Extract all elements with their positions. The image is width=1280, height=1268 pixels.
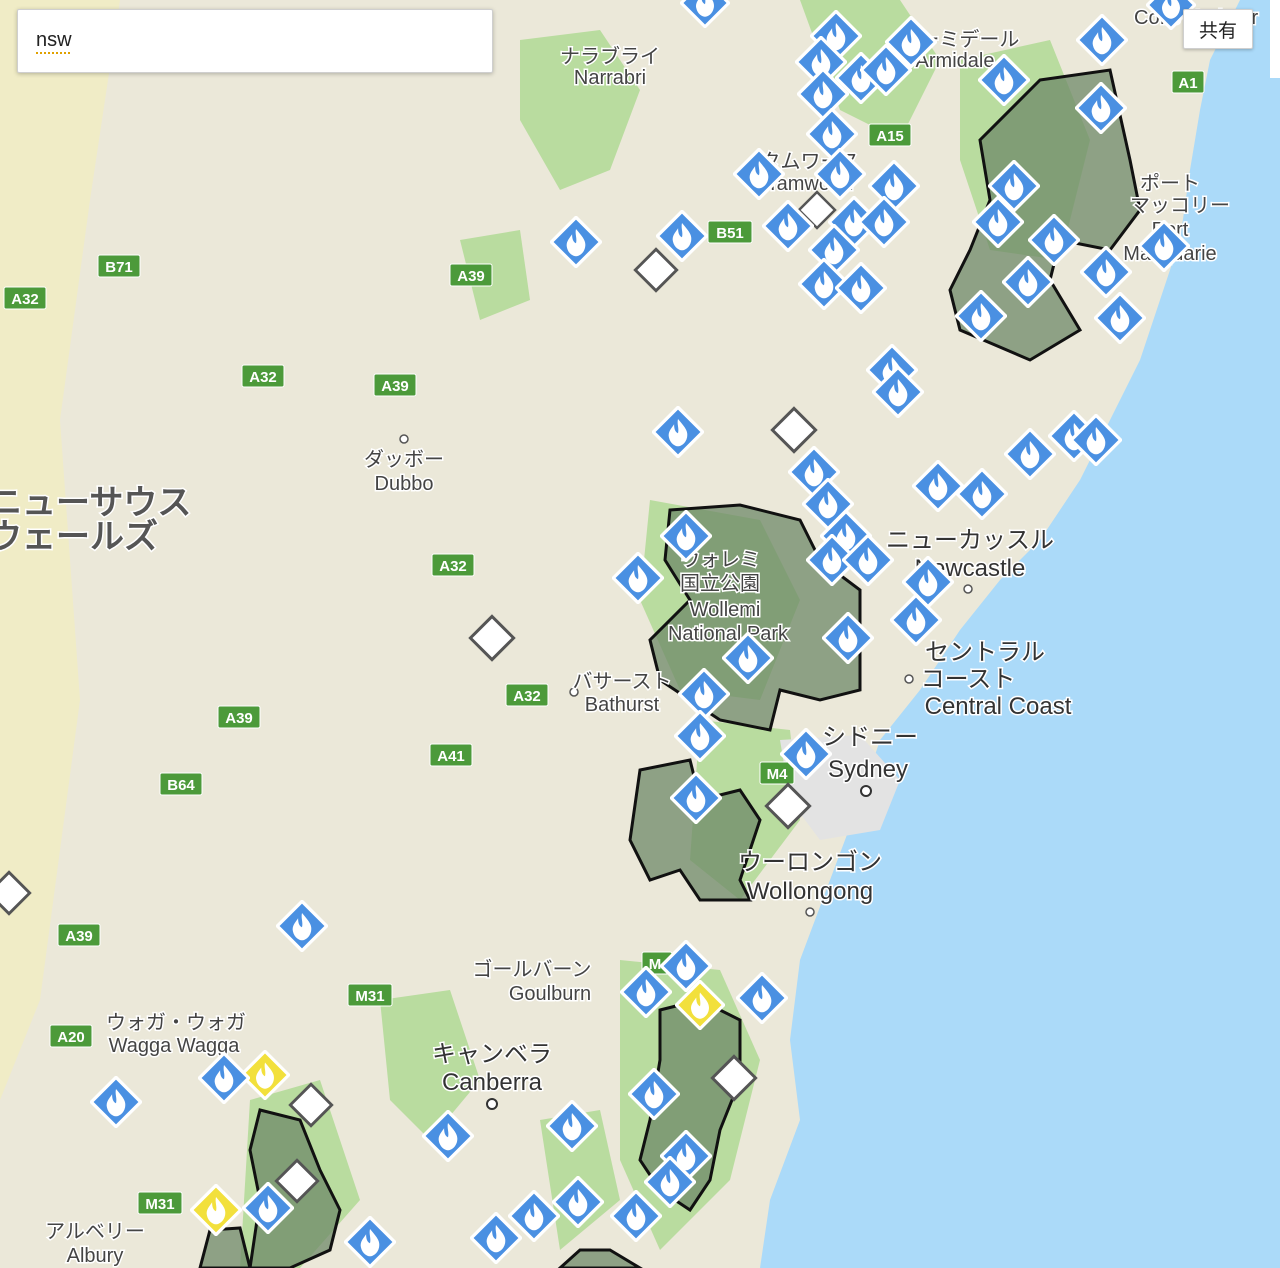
dubbo-en-label: Dubbo (375, 473, 434, 495)
portmac-ja-label-1: ポート (1140, 172, 1200, 195)
road-shield-m31-south: M31 (137, 1191, 183, 1215)
svg-text:A20: A20 (57, 1029, 85, 1046)
road-shield-b71: B71 (97, 254, 141, 278)
road-shield-a39-southwest: A39 (217, 705, 261, 729)
road-shield-a32-bathurst: A32 (505, 683, 549, 707)
svg-text:B71: B71 (105, 259, 133, 276)
portmac-ja-label-2: マッコリー (1130, 195, 1230, 217)
albury-en-label: Albury (67, 1245, 124, 1267)
road-shield-b51: B51 (707, 220, 753, 244)
svg-text:A32: A32 (249, 369, 277, 386)
road-shield-a39-west: A39 (57, 923, 101, 947)
road-shield-a1: A1 (1171, 70, 1205, 94)
road-shield-a39-central: A39 (373, 373, 417, 397)
dubbo-marker (399, 434, 409, 444)
svg-text:A39: A39 (381, 378, 409, 395)
search-box[interactable]: nsw (17, 9, 493, 73)
svg-text:M31: M31 (145, 1196, 174, 1213)
road-shield-a41: A41 (429, 743, 473, 767)
central-ja-label-2: コースト (921, 666, 1016, 693)
svg-text:A32: A32 (11, 291, 39, 308)
bathurst-ja-label: バサースト (573, 671, 672, 693)
nsw-ja-label-1: ニューサウス (0, 484, 191, 522)
svg-text:A32: A32 (513, 688, 541, 705)
narrabri-en-label: Narrabri (574, 67, 646, 89)
wagga-ja-label: ウォガ・ウォガ (106, 1011, 246, 1034)
armidale-en-label: Armidale (916, 50, 995, 72)
svg-text:B64: B64 (167, 777, 195, 794)
svg-text:M31: M31 (355, 988, 384, 1005)
narrabri-ja-label: ナラブライ (560, 44, 660, 68)
sydney-en-label: Sydney (828, 756, 908, 783)
canberra-en-label: Canberra (442, 1069, 543, 1096)
central-coast-marker (904, 674, 914, 684)
sydney-ja-label: シドニー (822, 724, 918, 751)
newcastle-marker (963, 584, 973, 594)
wagga-en-label: Wagga Wagga (109, 1035, 241, 1057)
road-shield-a15: A15 (868, 123, 912, 147)
bathurst-en-label: Bathurst (585, 694, 660, 716)
road-shield-m4: M4 (759, 761, 795, 785)
wollemi-en-label-2: National Park (668, 623, 789, 645)
goulburn-en-label: Goulburn (509, 983, 591, 1005)
wollemi-ja-label-2: 国立公園 (680, 572, 760, 595)
goulburn-ja-label: ゴールバーン (473, 958, 592, 981)
svg-text:A39: A39 (65, 928, 93, 945)
share-button[interactable]: 共有 (1183, 9, 1253, 49)
search-input[interactable]: nsw (36, 29, 72, 52)
road-shield-a20: A20 (49, 1024, 93, 1048)
wollemi-en-label-1: Wollemi (690, 599, 761, 621)
road-shield-a39-north: A39 (449, 263, 493, 287)
share-button-label: 共有 (1198, 19, 1237, 42)
wollongong-marker (805, 907, 815, 917)
svg-text:A15: A15 (876, 128, 904, 145)
svg-text:A39: A39 (457, 268, 485, 285)
nsw-ja-label-2: ウェールズ (0, 517, 158, 556)
road-shield-b64: B64 (159, 772, 203, 796)
canberra-ja-label: キャンベラ (432, 1041, 552, 1068)
svg-text:A41: A41 (437, 748, 465, 765)
svg-text:A32: A32 (439, 558, 467, 575)
central-ja-label-1: セントラル (925, 639, 1045, 666)
map-canvas[interactable]: A39 B51 A15 A1 B71 A32 A32 A39 A32 A32 A… (0, 0, 1280, 1268)
albury-ja-label: アルベリー (45, 1221, 145, 1243)
svg-text:M4: M4 (767, 766, 788, 783)
newcastle-ja-label: ニューカッスル (886, 527, 1054, 554)
canberra-marker (486, 1098, 498, 1110)
svg-text:A1: A1 (1178, 75, 1197, 92)
sydney-marker (860, 785, 872, 797)
scrollbar[interactable] (1270, 0, 1280, 78)
road-shield-a32-west: A32 (3, 286, 47, 310)
wollongong-en-label: Wollongong (747, 878, 873, 905)
central-en-label: Central Coast (925, 693, 1072, 720)
wollongong-ja-label: ウーロンゴン (738, 849, 882, 876)
road-shield-a32-central: A32 (241, 364, 285, 388)
svg-text:A39: A39 (225, 710, 253, 727)
dubbo-ja-label: ダッボー (364, 448, 444, 471)
road-shield-m31-central: M31 (347, 983, 393, 1007)
road-shield-a32-south: A32 (431, 553, 475, 577)
svg-text:B51: B51 (716, 225, 744, 242)
